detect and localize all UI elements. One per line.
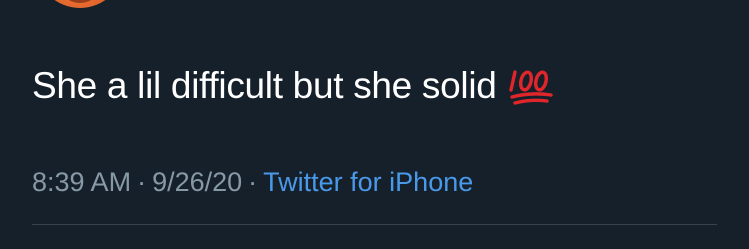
separator: ·	[137, 167, 147, 197]
hundred-points-icon	[508, 70, 553, 105]
separator: ·	[248, 167, 258, 197]
tweet-body: She a lil difficult but she solid	[32, 65, 497, 106]
tweet-source-link[interactable]: Twitter for iPhone	[263, 167, 473, 197]
tweet-metadata: 8:39 AM · 9/26/20 · Twitter for iPhone	[32, 165, 473, 199]
avatar[interactable]	[36, 0, 124, 8]
avatar-detail	[58, 0, 102, 3]
divider	[32, 224, 717, 225]
tweet-date[interactable]: 9/26/20	[152, 167, 242, 197]
tweet-text: She a lil difficult but she solid	[32, 62, 555, 110]
tweet-time[interactable]: 8:39 AM	[32, 167, 131, 197]
